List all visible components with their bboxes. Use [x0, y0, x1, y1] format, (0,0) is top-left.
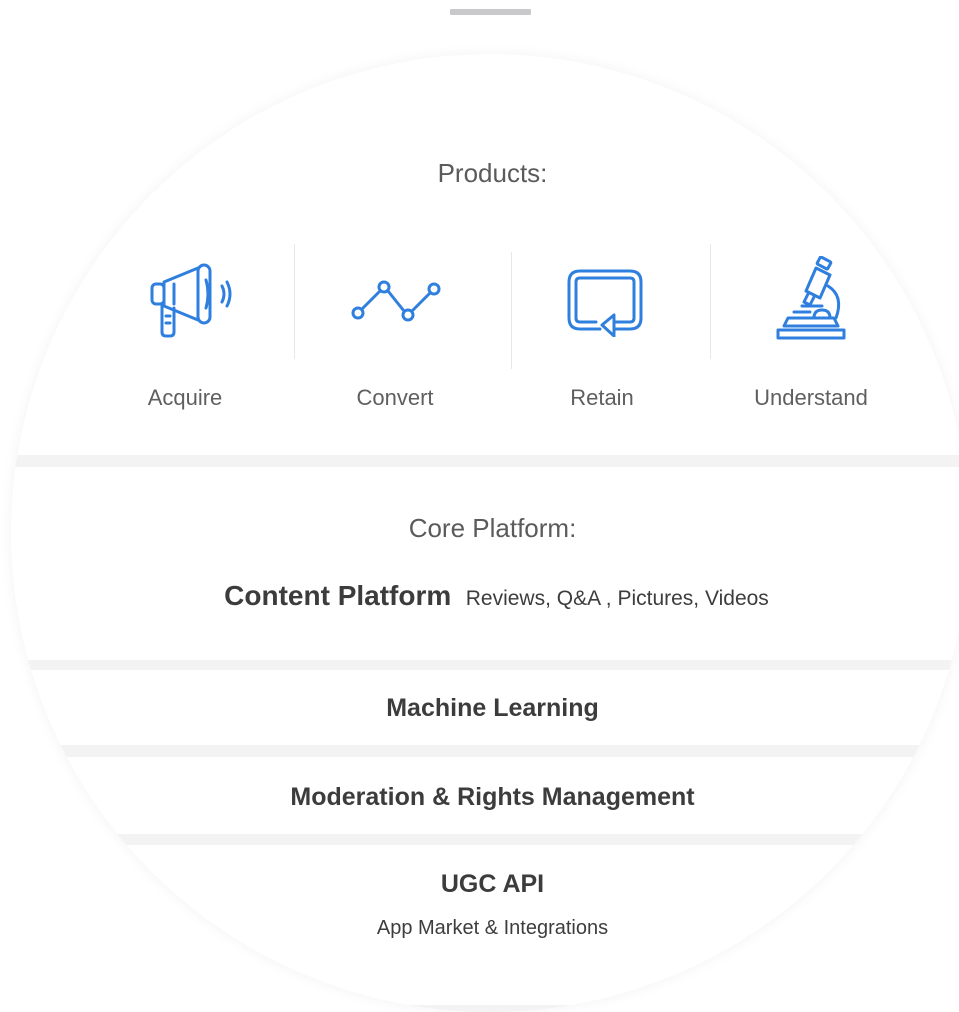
- column-divider: [294, 244, 295, 359]
- drag-handle[interactable]: [450, 9, 531, 15]
- core-platform-section: [0, 467, 959, 660]
- core-platform-heading: Core Platform:: [408, 513, 577, 543]
- content-platform-detail: Reviews, Q&A , Pictures, Videos: [465, 587, 769, 610]
- product-label-convert[interactable]: Convert: [295, 385, 495, 411]
- megaphone-icon: [148, 262, 234, 338]
- machine-learning-title[interactable]: Machine Learning: [0, 694, 959, 723]
- content-platform-title[interactable]: Content Platform: [224, 580, 451, 611]
- ugc-api-subtitle: App Market & Integrations: [376, 917, 609, 939]
- moderation-title[interactable]: Moderation & Rights Management: [0, 783, 959, 812]
- column-divider: [710, 244, 711, 359]
- product-label-retain[interactable]: Retain: [502, 385, 702, 411]
- product-label-acquire[interactable]: Acquire: [85, 385, 285, 411]
- product-label-understand[interactable]: Understand: [711, 385, 911, 411]
- column-divider: [511, 252, 512, 369]
- products-heading: Products:: [437, 158, 548, 188]
- line-graph-icon: [350, 277, 444, 325]
- loop-arrow-icon: [566, 267, 644, 337]
- content-platform-row: Content Platform Reviews, Q&A , Pictures…: [0, 580, 959, 612]
- microscope-icon: [774, 256, 848, 342]
- ugc-api-title[interactable]: UGC API: [0, 870, 959, 899]
